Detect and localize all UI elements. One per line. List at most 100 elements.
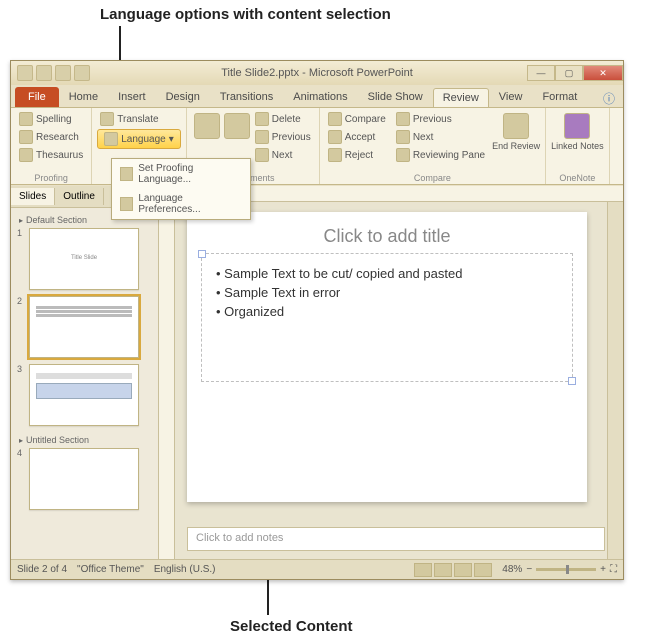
notes-pane[interactable]: Click to add notes <box>187 527 605 551</box>
thumbnail-4[interactable] <box>29 448 139 510</box>
content-placeholder[interactable]: Sample Text to be cut/ copied and pasted… <box>201 253 573 382</box>
redo-icon[interactable] <box>74 65 90 81</box>
spelling-label: Spelling <box>36 114 72 125</box>
thesaurus-icon <box>19 148 33 162</box>
quick-access-toolbar <box>11 65 96 81</box>
compare-prev-label: Previous <box>413 114 452 125</box>
zoom-slider[interactable] <box>536 568 596 571</box>
bullet-1[interactable]: Sample Text to be cut/ copied and pasted <box>216 264 558 283</box>
window-controls: — ▢ ✕ <box>527 65 623 81</box>
close-button[interactable]: ✕ <box>583 65 623 81</box>
thumb1-text: Title Slide <box>36 255 132 261</box>
prev-label: Previous <box>272 132 311 143</box>
app-icon[interactable] <box>17 65 33 81</box>
language-button[interactable]: Language▾ <box>97 129 181 149</box>
normal-view-icon[interactable] <box>414 563 432 577</box>
thesaurus-button[interactable]: Thesaurus <box>16 147 86 163</box>
titlebar: Title Slide2.pptx - Microsoft PowerPoint… <box>11 61 623 85</box>
thumbnail-3[interactable] <box>29 364 139 426</box>
fit-window-icon[interactable]: ⛶ <box>610 564 617 575</box>
slideshow-view-icon[interactable] <box>474 563 492 577</box>
thumb-num-1: 1 <box>17 228 25 290</box>
save-icon[interactable] <box>36 65 52 81</box>
thumbnail-2[interactable] <box>29 296 139 358</box>
window-title: Title Slide2.pptx - Microsoft PowerPoint <box>221 67 413 79</box>
lang-prefs-icon <box>120 197 133 211</box>
translate-icon <box>100 112 114 126</box>
end-review-label: End Review <box>492 141 540 151</box>
group-proofing: Spelling Research Thesaurus Proofing <box>11 108 92 184</box>
linked-notes-label: Linked Notes <box>551 141 604 151</box>
minimize-button[interactable]: — <box>527 65 555 81</box>
compare-button[interactable]: Compare <box>325 111 389 127</box>
next-label: Next <box>272 150 293 161</box>
accept-button[interactable]: Accept <box>325 129 389 145</box>
title-placeholder[interactable]: Click to add title <box>205 226 569 247</box>
compare-next-button[interactable]: Next <box>393 129 488 145</box>
group-compare-label: Compare <box>325 173 540 183</box>
slide-counter: Slide 2 of 4 <box>17 564 67 575</box>
reject-label: Reject <box>345 150 373 161</box>
zoom-value: 48% <box>502 564 522 575</box>
end-review-button[interactable]: End Review <box>492 111 540 163</box>
research-label: Research <box>36 132 79 143</box>
tab-review[interactable]: Review <box>433 88 489 107</box>
tab-transitions[interactable]: Transitions <box>210 87 283 107</box>
bullet-3[interactable]: Organized <box>216 302 558 321</box>
reviewing-pane-button[interactable]: Reviewing Pane <box>393 147 488 163</box>
language-label: Language <box>121 134 166 145</box>
next-comment-button[interactable]: Next <box>252 147 314 163</box>
compare-prev-button[interactable]: Previous <box>393 111 488 127</box>
ribbon-tabs: File Home Insert Design Transitions Anim… <box>11 85 623 107</box>
reading-view-icon[interactable] <box>454 563 472 577</box>
undo-icon[interactable] <box>55 65 71 81</box>
prev-comment-button[interactable]: Previous <box>252 129 314 145</box>
vertical-ruler <box>159 202 175 559</box>
tab-file[interactable]: File <box>15 87 59 107</box>
language-status[interactable]: English (U.S.) <box>154 564 216 575</box>
lang-prefs-label: Language Preferences... <box>138 193 242 215</box>
research-button[interactable]: Research <box>16 129 86 145</box>
thumb-row-2: 2 <box>17 296 152 358</box>
research-icon <box>19 130 33 144</box>
tab-home[interactable]: Home <box>59 87 108 107</box>
maximize-button[interactable]: ▢ <box>555 65 583 81</box>
help-icon[interactable]: ⓘ <box>603 90 623 107</box>
new-comment-icon <box>194 113 220 139</box>
tab-view[interactable]: View <box>489 87 533 107</box>
outline-tab[interactable]: Outline <box>55 188 104 205</box>
workspace: Slides Outline × Default Section 1 Title… <box>11 186 623 559</box>
translate-button[interactable]: Translate <box>97 111 181 127</box>
edit-comment-icon <box>224 113 250 139</box>
spelling-button[interactable]: Spelling <box>16 111 86 127</box>
tab-insert[interactable]: Insert <box>108 87 156 107</box>
thumbnail-1[interactable]: Title Slide <box>29 228 139 290</box>
sorter-view-icon[interactable] <box>434 563 452 577</box>
tab-animations[interactable]: Animations <box>283 87 357 107</box>
tab-format[interactable]: Format <box>532 87 587 107</box>
group-onenote: Linked Notes OneNote <box>546 108 610 184</box>
ribbon: Spelling Research Thesaurus Proofing Tra… <box>11 107 623 185</box>
section-untitled[interactable]: Untitled Section <box>17 432 152 448</box>
language-preferences-item[interactable]: Language Preferences... <box>112 189 250 219</box>
thumbnails[interactable]: Default Section 1 Title Slide 2 3 <box>11 208 158 559</box>
spelling-icon <box>19 112 33 126</box>
thumb-num-2: 2 <box>17 296 25 358</box>
linked-notes-button[interactable]: Linked Notes <box>551 111 604 151</box>
set-language-icon <box>120 167 133 181</box>
thesaurus-label: Thesaurus <box>36 150 83 161</box>
new-comment-button[interactable] <box>192 111 222 163</box>
chevron-down-icon: ▾ <box>169 134 174 145</box>
slides-tab[interactable]: Slides <box>11 188 55 205</box>
previous-icon <box>396 112 410 126</box>
edit-comment-button[interactable] <box>222 111 252 163</box>
reject-button[interactable]: Reject <box>325 147 389 163</box>
vertical-scrollbar[interactable] <box>607 202 623 559</box>
set-proofing-language-item[interactable]: Set Proofing Language... <box>112 159 250 189</box>
bullet-2[interactable]: Sample Text in error <box>216 283 558 302</box>
zoom-in-icon[interactable]: + <box>600 564 606 575</box>
delete-comment-button[interactable]: Delete <box>252 111 314 127</box>
zoom-out-icon[interactable]: − <box>526 564 532 575</box>
tab-slideshow[interactable]: Slide Show <box>358 87 433 107</box>
tab-design[interactable]: Design <box>156 87 210 107</box>
